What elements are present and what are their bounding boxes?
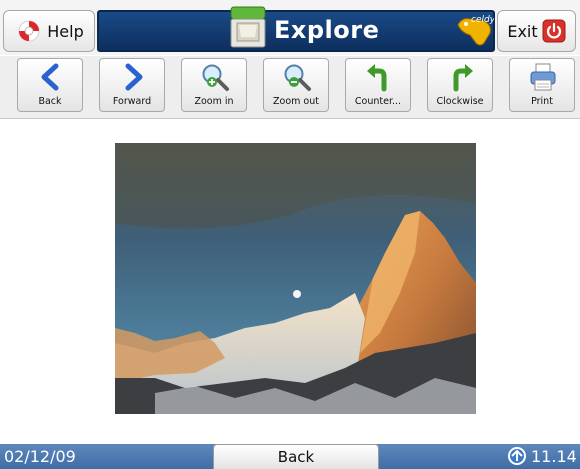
zoom-in-tool-label: Zoom in [194,96,234,107]
arrow-left-icon [41,63,59,91]
toolbar: Back Forward Zoom in Zoom out Counter...… [0,56,580,119]
photo-viewer [0,119,580,443]
arrow-right-icon [125,63,143,91]
print-tool-label: Print [531,96,553,107]
network-status-icon [508,447,526,465]
zoom-out-tool-button[interactable]: Zoom out [263,58,329,112]
mountain-photo [115,143,476,414]
clock-text: 11.14 [531,447,577,466]
forward-tool-label: Forward [112,96,152,107]
forward-tool-button[interactable]: Forward [99,58,165,112]
exit-label: Exit [507,21,538,41]
rotate-clockwise-icon [453,64,473,92]
svg-text:celdy: celdy [471,15,494,25]
print-tool-button[interactable]: Print [509,58,575,112]
help-button[interactable]: Help [3,10,95,52]
status-bar: 02/12/09 Back 11.14 [0,444,580,469]
power-icon [542,19,566,43]
clockwise-tool-button[interactable]: Clockwise [427,58,493,112]
celdy-logo: celdy [457,15,494,46]
zoom-in-icon [202,64,229,91]
back-tool-button[interactable]: Back [17,58,83,112]
top-bar: Help Explore celdy Exit [0,0,580,55]
counterclockwise-tool-label: Counter... [354,96,402,107]
rotate-counterclockwise-icon [367,64,387,92]
clockwise-tool-label: Clockwise [436,96,484,107]
printer-icon [530,63,556,91]
lifebuoy-icon [18,20,40,42]
back-button[interactable]: Back [213,444,379,469]
counterclockwise-tool-button[interactable]: Counter... [345,58,411,112]
file-cabinet-icon [230,6,266,48]
zoom-out-tool-label: Zoom out [273,96,319,107]
help-label: Help [47,21,84,41]
date-text: 02/12/09 [4,447,76,466]
page-title: Explore [274,16,380,44]
zoom-out-icon [284,64,311,91]
title-bar: Explore celdy [97,6,495,52]
back-tool-label: Back [38,96,62,107]
exit-button[interactable]: Exit [497,10,576,52]
zoom-in-tool-button[interactable]: Zoom in [181,58,247,112]
